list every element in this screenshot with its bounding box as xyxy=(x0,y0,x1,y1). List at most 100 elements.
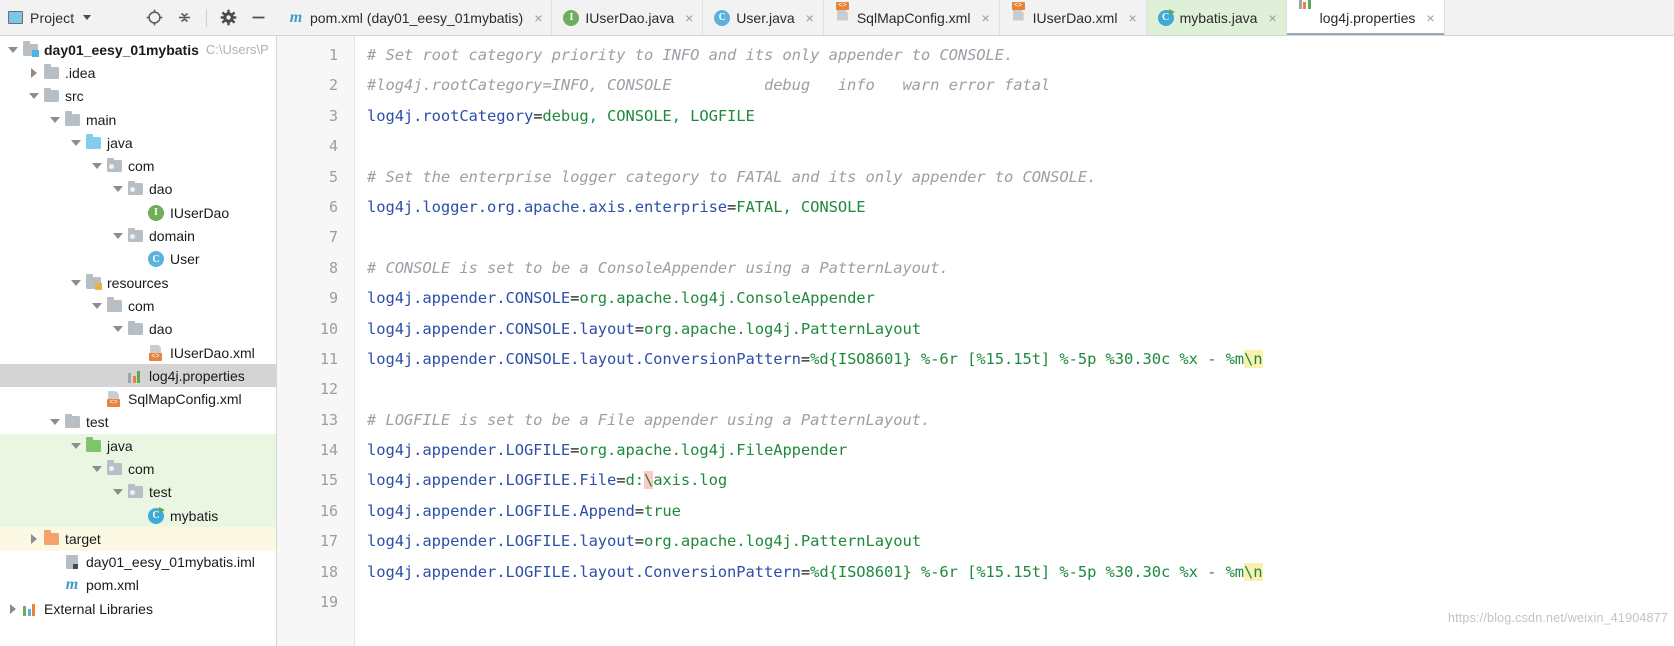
tree-node-com[interactable]: com xyxy=(0,294,276,317)
line-number: 6 xyxy=(328,197,338,216)
code-token: org.apache.log4j.PatternLayout xyxy=(643,532,921,551)
chevron-down-icon[interactable] xyxy=(67,139,84,146)
tree-node-target[interactable]: target xyxy=(0,527,276,551)
line-number: 12 xyxy=(319,380,338,399)
chevron-down-icon[interactable] xyxy=(46,419,63,426)
editor-tab-iuserdao-xml[interactable]: <> IUserDao.xml × xyxy=(999,0,1147,35)
code-line[interactable]: log4j.appender.CONSOLE=org.apache.log4j.… xyxy=(367,283,1674,313)
code-content[interactable]: # Set root category priority to INFO and… xyxy=(355,36,1674,646)
chevron-down-icon[interactable] xyxy=(67,442,84,449)
code-line[interactable]: log4j.appender.LOGFILE.Append=true xyxy=(367,496,1674,526)
editor-tab-bar: m pom.xml (day01_eesy_01mybatis) × I IUserDa… xyxy=(277,0,1674,36)
tab-close-icon[interactable]: × xyxy=(685,11,693,25)
chevron-down-icon[interactable] xyxy=(109,233,126,240)
chevron-down-icon[interactable] xyxy=(83,15,92,20)
tree-node-day01-eesy-01mybatis-iml[interactable]: day01_eesy_01mybatis.iml xyxy=(0,551,276,574)
chevron-down-icon[interactable] xyxy=(67,279,84,286)
maven-m-icon: m xyxy=(65,576,79,594)
tree-node-log4j-properties[interactable]: log4j.properties xyxy=(0,364,276,388)
code-line[interactable]: #log4j.rootCategory=INFO, CONSOLE debug … xyxy=(367,70,1674,100)
hide-tool-window-icon[interactable] xyxy=(250,9,267,26)
tree-node-test[interactable]: test xyxy=(0,480,276,504)
chevron-down-icon[interactable] xyxy=(4,46,21,53)
tab-close-icon[interactable]: × xyxy=(1426,11,1434,25)
code-editor[interactable]: 1 2 3 4 5 6 7 8 9 10 11 12 13 14 15 16 17 18 19 # Set root… xyxy=(277,36,1674,646)
line-number: 10 xyxy=(319,319,338,338)
line-number: 9 xyxy=(328,289,338,308)
code-line[interactable]: log4j.appender.LOGFILE=org.apache.log4j.… xyxy=(367,435,1674,465)
folder-icon xyxy=(42,87,60,103)
editor-tab-sqlmapconfig-xml[interactable]: <> SqlMapConfig.xml × xyxy=(823,0,1000,35)
code-line[interactable] xyxy=(367,374,1674,404)
code-line[interactable]: # Set the enterprise logger category to … xyxy=(367,162,1674,192)
tree-node-mybatis[interactable]: Cmybatis xyxy=(0,503,276,528)
chevron-down-icon[interactable] xyxy=(88,302,105,309)
tree-node-user[interactable]: C User xyxy=(0,248,276,271)
editor-tab-user-java[interactable]: C User.java × xyxy=(703,0,824,35)
project-view-selector[interactable]: Project xyxy=(8,10,92,26)
tree-node-label: java xyxy=(107,437,133,454)
chevron-down-icon[interactable] xyxy=(25,93,42,100)
code-line[interactable]: log4j.logger.org.apache.axis.enterprise=… xyxy=(367,192,1674,222)
tree-node-sqlmapconfig-xml[interactable]: <> SqlMapConfig.xml xyxy=(0,387,276,410)
code-line[interactable]: log4j.appender.CONSOLE.layout=org.apache… xyxy=(367,314,1674,344)
code-line[interactable]: log4j.rootCategory=debug, CONSOLE, LOGFI… xyxy=(367,101,1674,131)
tree-node-label: log4j.properties xyxy=(149,367,245,384)
code-line[interactable]: # CONSOLE is set to be a ConsoleAppender… xyxy=(367,253,1674,283)
chevron-down-icon[interactable] xyxy=(46,116,63,123)
editor-tab-iuserdao-java[interactable]: I IUserDao.java × xyxy=(552,0,704,35)
code-line[interactable]: log4j.appender.CONSOLE.layout.Conversion… xyxy=(367,344,1674,374)
code-line[interactable]: log4j.appender.LOGFILE.layout.Conversion… xyxy=(367,557,1674,587)
editor-tab-pom-xml-day01-eesy-01mybatis[interactable]: m pom.xml (day01_eesy_01mybatis) × xyxy=(277,0,553,35)
line-number: 3 xyxy=(328,106,338,125)
class-icon: C xyxy=(714,9,731,26)
code-line[interactable]: # Set root category priority to INFO and… xyxy=(367,40,1674,70)
tree-node-java[interactable]: java xyxy=(0,434,276,458)
tree-node-com[interactable]: com xyxy=(0,154,276,177)
tree-node-test[interactable]: test xyxy=(0,411,276,434)
project-tree[interactable]: day01_eesy_01mybatis C:\Users\P .idea src ma… xyxy=(0,36,277,646)
code-line[interactable]: # LOGFILE is set to be a File appender u… xyxy=(367,405,1674,435)
chevron-right-icon[interactable] xyxy=(25,533,42,544)
chevron-down-icon[interactable] xyxy=(109,489,126,496)
tree-node-com[interactable]: com xyxy=(0,457,276,481)
locate-icon[interactable] xyxy=(146,9,163,26)
code-line[interactable] xyxy=(367,222,1674,252)
tree-node-day01-eesy-01mybatis[interactable]: day01_eesy_01mybatis C:\Users\P xyxy=(0,38,276,61)
chevron-down-icon[interactable] xyxy=(88,465,105,472)
code-line[interactable] xyxy=(367,131,1674,161)
package-folder-icon xyxy=(126,180,144,196)
tab-close-icon[interactable]: × xyxy=(806,11,814,25)
tree-node-dao[interactable]: dao xyxy=(0,318,276,341)
editor-tab-log4j-properties[interactable]: log4j.properties × xyxy=(1286,0,1445,35)
chevron-right-icon[interactable] xyxy=(4,603,21,614)
tree-node-external-libraries[interactable]: External Libraries xyxy=(0,597,276,620)
tree-node-dao[interactable]: dao xyxy=(0,178,276,201)
tree-node-pom-xml[interactable]: m pom.xml xyxy=(0,574,276,597)
tab-close-icon[interactable]: × xyxy=(534,11,542,25)
code-line[interactable]: log4j.appender.LOGFILE.File=d:\axis.log xyxy=(367,465,1674,495)
tree-node-iuserdao-xml[interactable]: <> IUserDao.xml xyxy=(0,341,276,364)
tree-node-src[interactable]: src xyxy=(0,85,276,108)
tree-node-label: IUserDao xyxy=(170,204,230,221)
chevron-down-icon[interactable] xyxy=(88,163,105,170)
code-token: org.apache.log4j.PatternLayout xyxy=(643,319,921,338)
tab-close-icon[interactable]: × xyxy=(981,11,989,25)
tab-close-icon[interactable]: × xyxy=(1268,11,1276,25)
editor-tab-mybatis-java[interactable]: Cmybatis.java × xyxy=(1146,0,1287,35)
tab-close-icon[interactable]: × xyxy=(1128,11,1136,25)
chevron-right-icon[interactable] xyxy=(25,67,42,78)
tree-node-domain[interactable]: domain xyxy=(0,224,276,247)
code-line[interactable]: log4j.appender.LOGFILE.layout=org.apache… xyxy=(367,526,1674,556)
tab-label: mybatis.java xyxy=(1179,9,1258,26)
package-folder-icon xyxy=(105,157,123,173)
collapse-all-icon[interactable] xyxy=(176,9,193,26)
tree-node-main[interactable]: main xyxy=(0,108,276,131)
tree-node-java[interactable]: java xyxy=(0,131,276,154)
tree-node-resources[interactable]: resources xyxy=(0,271,276,294)
chevron-down-icon[interactable] xyxy=(109,186,126,193)
settings-gear-icon[interactable] xyxy=(220,9,237,26)
chevron-down-icon[interactable] xyxy=(109,326,126,333)
tree-node--idea[interactable]: .idea xyxy=(0,61,276,84)
tree-node-iuserdao[interactable]: I IUserDao xyxy=(0,201,276,224)
